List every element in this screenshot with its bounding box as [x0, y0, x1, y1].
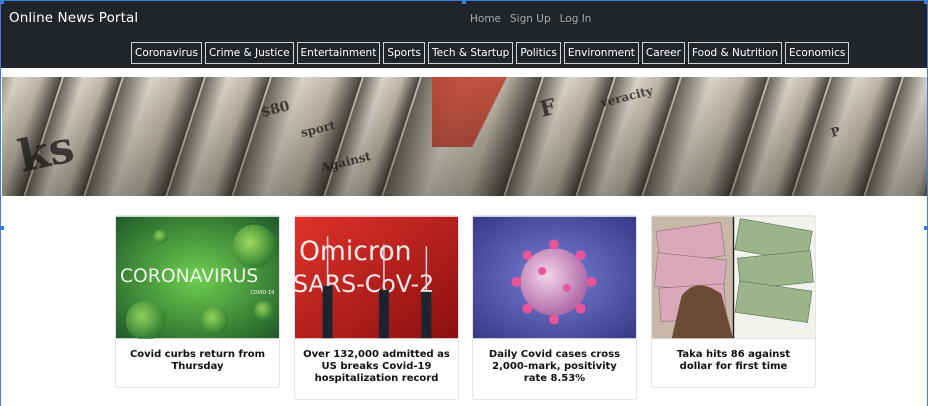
- category-food-nutrition[interactable]: Food & Nutrition: [688, 42, 783, 64]
- image-caption: CORONAVIRUS: [120, 266, 258, 287]
- article-card[interactable]: CORONAVIRUS COVID-19 Covid curbs return …: [115, 215, 280, 388]
- omicron-image: Omicron SARS-CoV-2: [295, 216, 458, 339]
- nav-home-link[interactable]: Home: [470, 13, 501, 25]
- navbar: Online News Portal Home Sign Up Log In C…: [1, 1, 927, 68]
- category-politics[interactable]: Politics: [516, 42, 561, 64]
- selection-handle[interactable]: [0, 226, 4, 230]
- article-card[interactable]: Taka hits 86 against dollar for first ti…: [651, 215, 816, 388]
- category-crime-justice[interactable]: Crime & Justice: [204, 42, 294, 64]
- virus-particle-image: [473, 216, 636, 339]
- selection-handle[interactable]: [0, 0, 4, 4]
- svg-text:COVID-19: COVID-19: [250, 290, 274, 296]
- hero-banner: ks $80 sport Against F veracity P: [2, 77, 928, 196]
- category-environment[interactable]: Environment: [563, 42, 639, 64]
- nav-login-link[interactable]: Log In: [560, 13, 592, 25]
- currency-image: [652, 216, 815, 339]
- category-economics[interactable]: Economics: [785, 42, 850, 64]
- article-title[interactable]: Covid curbs return from Thursday: [116, 339, 279, 381]
- category-coronavirus[interactable]: Coronavirus: [131, 42, 202, 64]
- category-tech-startup[interactable]: Tech & Startup: [428, 42, 514, 64]
- category-entertainment[interactable]: Entertainment: [296, 42, 381, 64]
- article-card[interactable]: Omicron SARS-CoV-2 Over 132,000 admitted…: [294, 215, 459, 400]
- article-title[interactable]: Daily Covid cases cross 2,000-mark, posi…: [473, 339, 636, 393]
- category-bar: Coronavirus Crime & Justice Entertainmen…: [131, 42, 850, 64]
- selection-handle[interactable]: [462, 0, 466, 4]
- selection-handle[interactable]: [924, 226, 928, 230]
- article-card[interactable]: Daily Covid cases cross 2,000-mark, posi…: [472, 215, 637, 400]
- coronavirus-image: CORONAVIRUS COVID-19: [116, 216, 279, 339]
- top-nav: Home Sign Up Log In: [470, 13, 591, 25]
- category-career[interactable]: Career: [641, 42, 685, 64]
- newspaper-banner-image: ks $80 sport Against F veracity P: [2, 77, 928, 196]
- article-title[interactable]: Over 132,000 admitted as US breaks Covid…: [295, 339, 458, 393]
- nav-signup-link[interactable]: Sign Up: [510, 13, 551, 25]
- svg-text:Omicron: Omicron: [299, 236, 412, 267]
- svg-text:SARS-CoV-2: SARS-CoV-2: [295, 270, 434, 298]
- article-title[interactable]: Taka hits 86 against dollar for first ti…: [652, 339, 815, 381]
- selection-handle[interactable]: [924, 0, 928, 4]
- brand-logo[interactable]: Online News Portal: [9, 10, 138, 26]
- category-sports[interactable]: Sports: [383, 42, 425, 64]
